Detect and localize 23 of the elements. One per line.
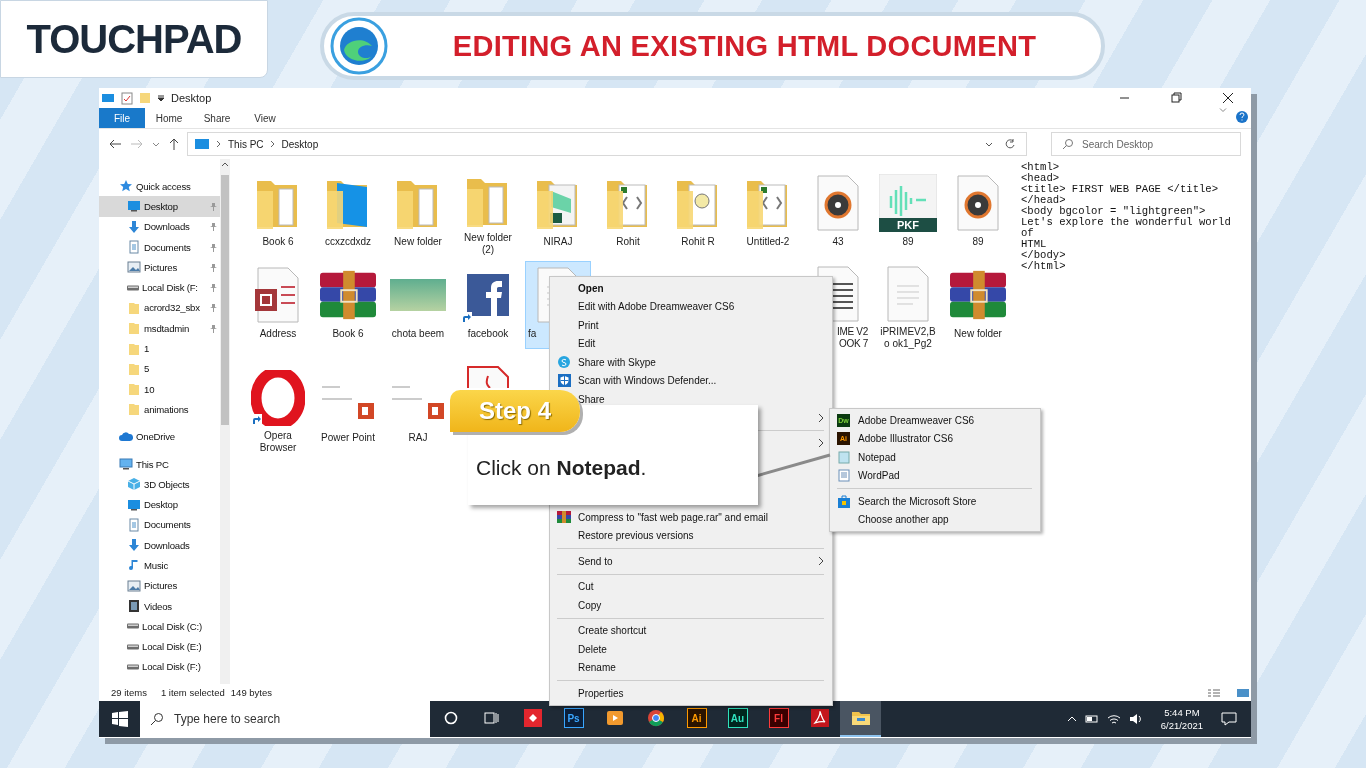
code-line: </html> xyxy=(1021,261,1067,272)
code-line: <title> FIRST WEB PAGE </title> xyxy=(1021,184,1220,195)
instruction-text: Click on Notepad. xyxy=(476,456,647,480)
file-size: 149 bytes xyxy=(230,687,272,698)
step-tooltip: Step 4 xyxy=(450,390,580,432)
code-line: </body> xyxy=(1021,250,1067,261)
code-line: <html> xyxy=(1021,162,1061,173)
app-icon: Ps xyxy=(563,708,584,728)
app-icon: Fl xyxy=(768,708,789,728)
code-line: <body bgcolor = "lightgreen"> xyxy=(1021,206,1206,217)
file-type-label: PKF xyxy=(896,219,920,231)
code-line: of xyxy=(1021,228,1035,239)
window-title: Desktop xyxy=(171,92,213,104)
app-icon: Ai xyxy=(686,708,707,728)
code-line: HTML xyxy=(1021,239,1048,250)
item-count: 29 items xyxy=(111,687,147,698)
code-line: <head> xyxy=(1021,173,1061,184)
app-icon: Au xyxy=(727,708,748,728)
code-line: Let's explore the wonderful world xyxy=(1021,217,1232,228)
logo: TOUCHPAD xyxy=(0,0,268,78)
page-title: EDITING AN EXISTING HTML DOCUMENT xyxy=(451,29,1038,63)
code-line: </head> xyxy=(1021,195,1067,206)
selection-status: 1 item selected xyxy=(160,687,225,698)
